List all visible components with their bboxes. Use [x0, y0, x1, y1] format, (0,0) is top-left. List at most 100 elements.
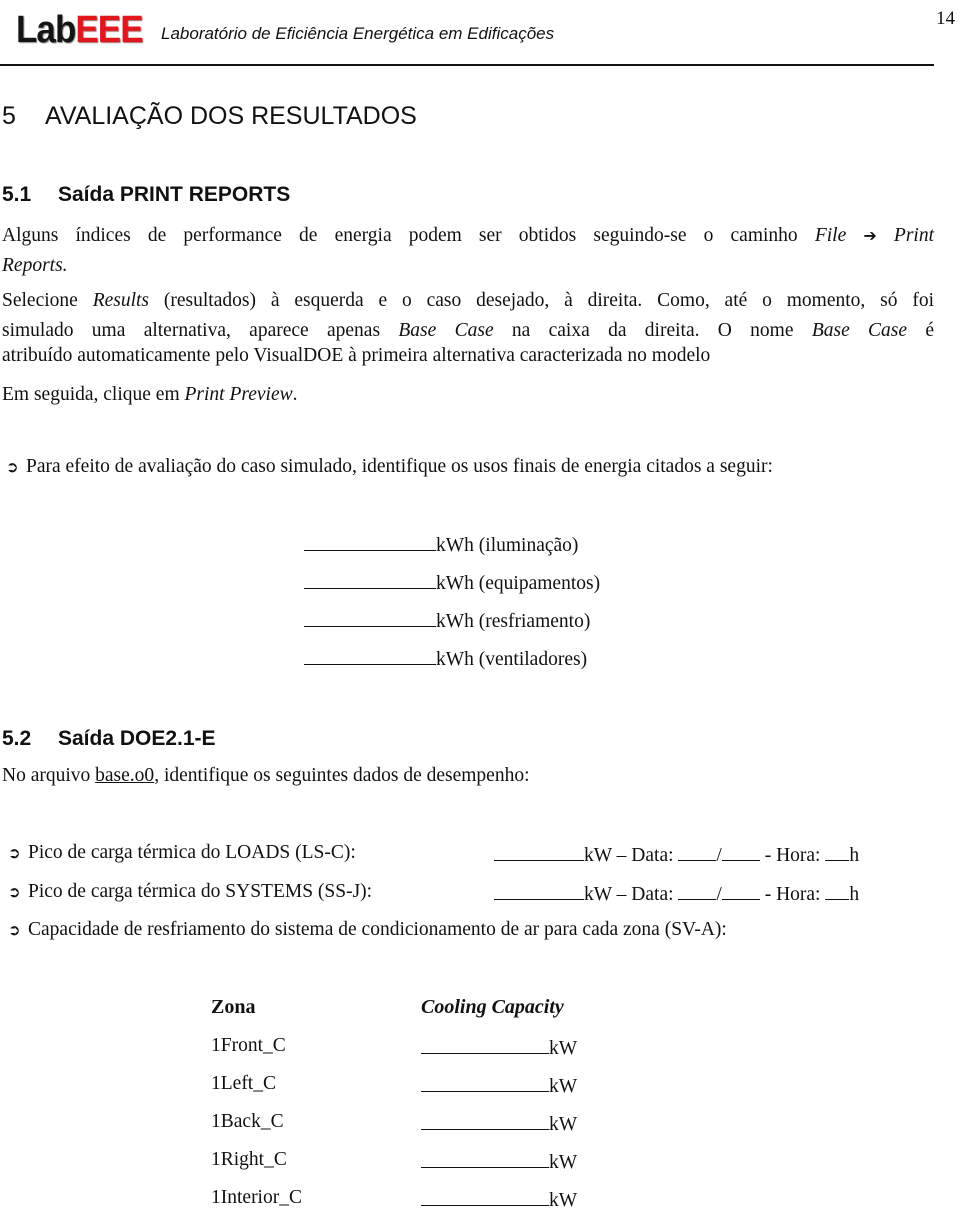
zone-capacity-row: kW	[421, 1073, 577, 1098]
arrow-bullet-icon: ➲	[8, 883, 21, 901]
section-number: 5.1	[2, 183, 32, 206]
unit-label: kW – Data:	[584, 845, 674, 866]
unit-label: kW	[549, 1190, 578, 1211]
section-5-2-intro: No arquivo base.o0, identifique os segui…	[2, 765, 530, 787]
logo-text-lab: Lab	[16, 9, 76, 51]
end-use-row: kWh (equipamentos)	[304, 570, 600, 595]
unit-label: kW – Data:	[584, 884, 674, 905]
menu-path-print: Print	[893, 225, 935, 246]
peak-month-field[interactable]	[721, 881, 760, 900]
zone-capacity-row: kW	[421, 1111, 577, 1136]
peak-label-text: Pico de carga térmica do LOADS (LS-C):	[28, 842, 356, 863]
section-title: AVALIAÇÃO DOS RESULTADOS	[45, 102, 417, 130]
paragraph-1-line-1: Alguns índices de performance de energia…	[2, 225, 934, 247]
hour-unit: h	[849, 845, 860, 866]
unit-label: kW	[549, 1152, 578, 1173]
loads-peak-label: ➲ Pico de carga térmica do LOADS (LS-C):	[8, 842, 356, 864]
base-case-term: Base Case	[811, 320, 908, 341]
loads-peak-fields: kW – Data: / - Hora: h	[494, 842, 859, 867]
capacity-task: ➲ Capacidade de resfriamento do sistema d…	[8, 919, 727, 941]
results-term: Results	[92, 290, 150, 311]
peak-day-field[interactable]	[678, 881, 717, 900]
header-title: Laboratório de Eficiência Energética em …	[161, 24, 555, 43]
peak-value-field[interactable]	[494, 881, 584, 900]
arrow-bullet-icon: ➲	[8, 921, 21, 939]
end-use-label: (equipamentos)	[478, 573, 601, 594]
logo-text-eee: EEE	[75, 9, 143, 51]
end-use-label: (ventiladores)	[478, 649, 588, 670]
paragraph-text: Selecione	[2, 290, 78, 311]
unit-label: kWh	[436, 611, 474, 632]
peak-month-field[interactable]	[721, 842, 760, 861]
end-use-value-field[interactable]	[304, 608, 436, 627]
end-use-label: (iluminação)	[478, 535, 579, 556]
cooling-capacity-column-header: Cooling Capacity	[421, 996, 564, 1018]
peak-value-field[interactable]	[494, 842, 584, 861]
page-number: 14	[936, 8, 955, 29]
end-use-row: kWh (ventiladores)	[304, 646, 587, 671]
section-number: 5	[2, 102, 16, 130]
paragraph-1-line-2: Reports.	[2, 255, 68, 277]
unit-label: kW	[549, 1076, 578, 1097]
arrow-right-icon: ➔	[863, 226, 877, 245]
menu-path-reports: Reports.	[2, 255, 68, 276]
capacity-value-field[interactable]	[421, 1035, 549, 1054]
paragraph-2-line-3: atribuído automaticamente pelo VisualDOE…	[2, 345, 711, 366]
paragraph-text: simulado uma alternativa, aparece apenas	[2, 320, 381, 341]
capacity-value-field[interactable]	[421, 1073, 549, 1092]
capacity-value-field[interactable]	[421, 1111, 549, 1130]
task-text: Para efeito de avaliação do caso simulad…	[26, 456, 773, 477]
systems-peak-fields: kW – Data: / - Hora: h	[494, 881, 859, 906]
end-use-value-field[interactable]	[304, 570, 436, 589]
peak-hour-field[interactable]	[825, 842, 850, 861]
paragraph-text: , identifique os seguintes dados de dese…	[154, 765, 530, 786]
unit-label: kWh	[436, 649, 474, 670]
end-use-row: kWh (iluminação)	[304, 532, 578, 557]
file-name: base.o0	[95, 765, 155, 786]
print-preview-term: Print Preview	[184, 384, 293, 405]
base-case-term: Base Case	[398, 320, 494, 341]
zone-name: 1Front_C	[211, 1035, 286, 1056]
task-end-uses: ➲ Para efeito de avaliação do caso simula…	[6, 456, 773, 478]
zone-capacity-row: kW	[421, 1149, 577, 1174]
end-use-label: (resfriamento)	[478, 611, 591, 632]
arrow-bullet-icon: ➲	[6, 458, 19, 476]
section-title: Saída DOE2.1-E	[58, 727, 216, 750]
capacity-value-field[interactable]	[421, 1187, 549, 1206]
hour-unit: h	[849, 884, 860, 905]
systems-peak-label: ➲ Pico de carga térmica do SYSTEMS (SS-J)…	[8, 881, 372, 903]
capacity-value-field[interactable]	[421, 1149, 549, 1168]
hour-label: - Hora:	[764, 845, 821, 866]
paragraph-text: .	[292, 384, 298, 405]
unit-label: kWh	[436, 535, 474, 556]
paragraph-text: é	[925, 320, 934, 341]
arrow-bullet-icon: ➲	[8, 844, 21, 862]
zone-name: 1Left_C	[211, 1073, 276, 1094]
menu-path-file: File	[814, 225, 847, 246]
paragraph-2-line-2: simulado uma alternativa, aparece apenas…	[2, 320, 934, 342]
section-5-heading: 5 AVALIAÇÃO DOS RESULTADOS	[2, 102, 417, 131]
paragraph-2-line-1: Selecione Results (resultados) à esquerd…	[2, 290, 934, 312]
peak-day-field[interactable]	[678, 842, 717, 861]
task-text: Capacidade de resfriamento do sistema de…	[28, 919, 727, 940]
end-use-row: kWh (resfriamento)	[304, 608, 590, 633]
hour-label: - Hora:	[764, 884, 821, 905]
zone-name: 1Back_C	[211, 1111, 284, 1132]
unit-label: kW	[549, 1038, 578, 1059]
labeee-logo: LabEEE	[16, 8, 144, 52]
paragraph-3: Em seguida, clique em Print Preview.	[2, 384, 298, 406]
peak-hour-field[interactable]	[825, 881, 850, 900]
unit-label: kWh	[436, 573, 474, 594]
end-use-value-field[interactable]	[304, 646, 436, 665]
zone-name: 1Right_C	[211, 1149, 287, 1170]
section-5-1-heading: 5.1 Saída PRINT REPORTS	[2, 183, 290, 207]
paragraph-text: na caixa da direita. O nome	[511, 320, 794, 341]
unit-label: kW	[549, 1114, 578, 1135]
zone-column-header: Zona	[211, 996, 256, 1018]
section-title: Saída PRINT REPORTS	[58, 183, 291, 206]
paragraph-text: (resultados) à esquerda e o caso desejad…	[163, 290, 935, 311]
paragraph-text: Em seguida, clique em	[2, 384, 180, 405]
section-5-2-heading: 5.2 Saída DOE2.1-E	[2, 727, 216, 751]
zone-capacity-row: kW	[421, 1187, 577, 1212]
end-use-value-field[interactable]	[304, 532, 436, 551]
